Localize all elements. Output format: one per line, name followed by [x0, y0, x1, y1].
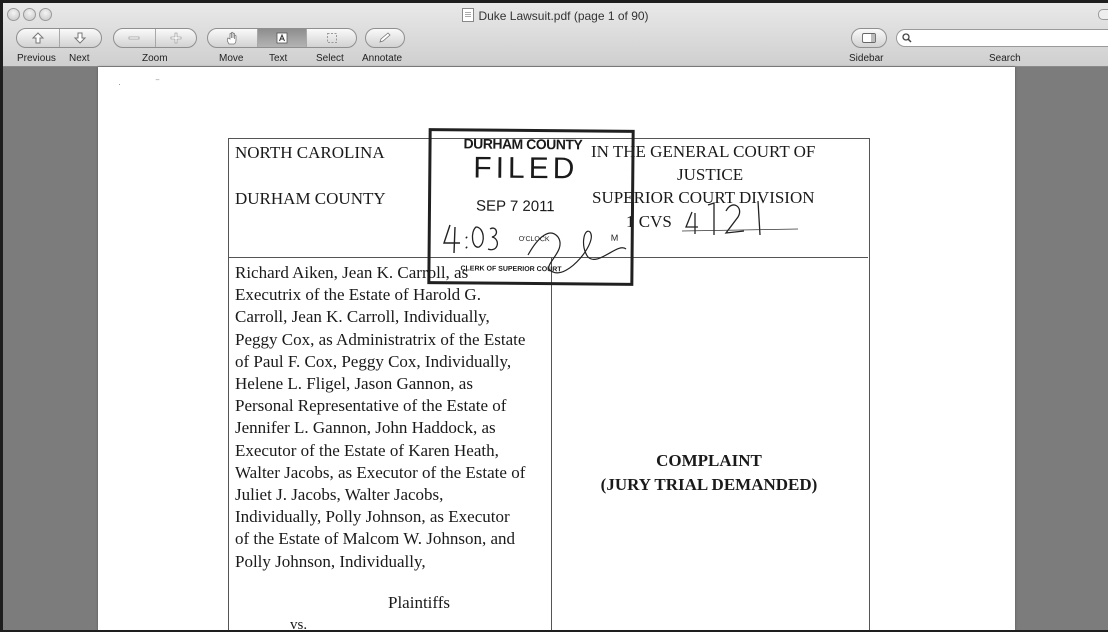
- stamp-filed: FILED: [473, 151, 579, 186]
- zoom-out-button[interactable]: [114, 29, 155, 47]
- next-label: Next: [69, 53, 90, 64]
- plaintiff-line: of Paul F. Cox, Peggy Cox, Individually,: [235, 351, 512, 371]
- pdf-document-icon: [462, 8, 475, 22]
- plaintiff-line: Individually, Polly Johnson, as Executor: [235, 507, 510, 527]
- complaint-title: COMPLAINT: [656, 451, 762, 470]
- toolbar: Duke Lawsuit.pdf (page 1 of 90) Previous…: [3, 3, 1108, 67]
- sidebar-icon: [862, 33, 876, 43]
- zoom-control: [113, 28, 197, 48]
- sidebar-control: [851, 28, 887, 48]
- page-nav-control: [16, 28, 102, 48]
- text-cursor-icon: [276, 32, 288, 44]
- plaintiff-line: Carroll, Jean K. Carroll, Individually,: [235, 307, 490, 327]
- window-title-text: Duke Lawsuit.pdf (page 1 of 90): [478, 9, 649, 23]
- zoom-label: Zoom: [142, 53, 168, 64]
- plaintiff-line: Polly Johnson, Individually,: [235, 551, 426, 571]
- plaintiff-line: Peggy Cox, as Administratrix of the Esta…: [235, 329, 526, 349]
- search-field[interactable]: [896, 29, 1108, 47]
- caption-divider-vertical: [551, 257, 552, 630]
- tool-mode-control: [207, 28, 357, 48]
- plaintiff-line: Juliet J. Jacobs, Walter Jacobs,: [235, 485, 444, 505]
- arrow-up-icon: [31, 32, 44, 44]
- text-label: Text: [269, 53, 288, 64]
- search-input[interactable]: [915, 31, 1108, 47]
- plaintiff-list: Richard Aiken, Jean K. Carroll, as Execut…: [235, 262, 525, 573]
- annotate-label: Annotate: [362, 53, 403, 64]
- state-heading: NORTH CAROLINA: [235, 143, 385, 162]
- versus-label: vs.: [290, 617, 308, 630]
- pencil-icon: [379, 32, 391, 43]
- select-tool-button[interactable]: [306, 29, 356, 47]
- sidebar-label: Sidebar: [849, 53, 884, 64]
- plaintiff-line: Jennifer L. Gannon, John Haddock, as: [235, 418, 496, 438]
- text-tool-button[interactable]: [256, 29, 307, 47]
- plaintiff-line: Helene L. Fligel, Jason Gannon, as: [235, 374, 473, 394]
- marquee-icon: [326, 33, 337, 43]
- plaintiff-line: Walter Jacobs, as Executor of the Estate…: [235, 462, 526, 482]
- previous-label: Previous: [17, 53, 56, 64]
- arrow-down-icon: [74, 32, 87, 44]
- plaintiff-line: Personal Representative of the Estate of: [235, 396, 507, 416]
- preview-window: Duke Lawsuit.pdf (page 1 of 90) Previous…: [3, 3, 1108, 630]
- previous-button[interactable]: [17, 29, 59, 47]
- sidebar-button[interactable]: [852, 29, 886, 47]
- court-document: NORTH CAROLINA DURHAM COUNTY IN THE GENE…: [98, 67, 1015, 630]
- plaintiff-line: Executrix of the Estate of Harold G.: [235, 285, 481, 305]
- pdf-page: · ‾ NORTH CAROLINA DURHAM COUNTY IN THE …: [98, 67, 1015, 630]
- window-frame: Duke Lawsuit.pdf (page 1 of 90) Previous…: [0, 0, 1108, 632]
- county-heading: DURHAM COUNTY: [235, 189, 386, 208]
- zoom-in-button[interactable]: [154, 29, 197, 47]
- next-button[interactable]: [58, 29, 102, 47]
- document-viewport[interactable]: · ‾ NORTH CAROLINA DURHAM COUNTY IN THE …: [3, 67, 1108, 630]
- plaintiff-line: of the Estate of Malcom W. Johnson, and: [235, 529, 515, 549]
- complaint-heading: COMPLAINT (JURY TRIAL DEMANDED): [554, 449, 864, 497]
- plaintiffs-label: Plaintiffs: [388, 593, 451, 612]
- plaintiff-line: Executor of the Estate of Karen Heath,: [235, 440, 499, 460]
- complaint-subtitle: (JURY TRIAL DEMANDED): [600, 475, 818, 494]
- stamp-oclock: O'CLOCK: [518, 235, 550, 244]
- annotate-control: [365, 28, 405, 48]
- plus-icon: [170, 32, 182, 44]
- minus-icon: [128, 36, 140, 40]
- search-label: Search: [989, 53, 1021, 64]
- magnifier-icon: [902, 33, 912, 43]
- select-label: Select: [316, 53, 344, 64]
- window-title: Duke Lawsuit.pdf (page 1 of 90): [3, 8, 1108, 23]
- stamp-m: M: [610, 232, 619, 243]
- annotate-button[interactable]: [366, 29, 404, 47]
- stamp-date: SEP 7 2011: [475, 197, 555, 216]
- move-tool-button[interactable]: [208, 29, 257, 47]
- hand-icon: [227, 31, 237, 45]
- toolbar-toggle-button[interactable]: [1098, 9, 1108, 20]
- move-label: Move: [219, 53, 244, 64]
- plaintiff-line: Richard Aiken, Jean K. Carroll, as: [235, 263, 469, 282]
- stamp-county: DURHAM COUNTY: [463, 135, 583, 153]
- court-heading-line2: JUSTICE: [677, 165, 744, 184]
